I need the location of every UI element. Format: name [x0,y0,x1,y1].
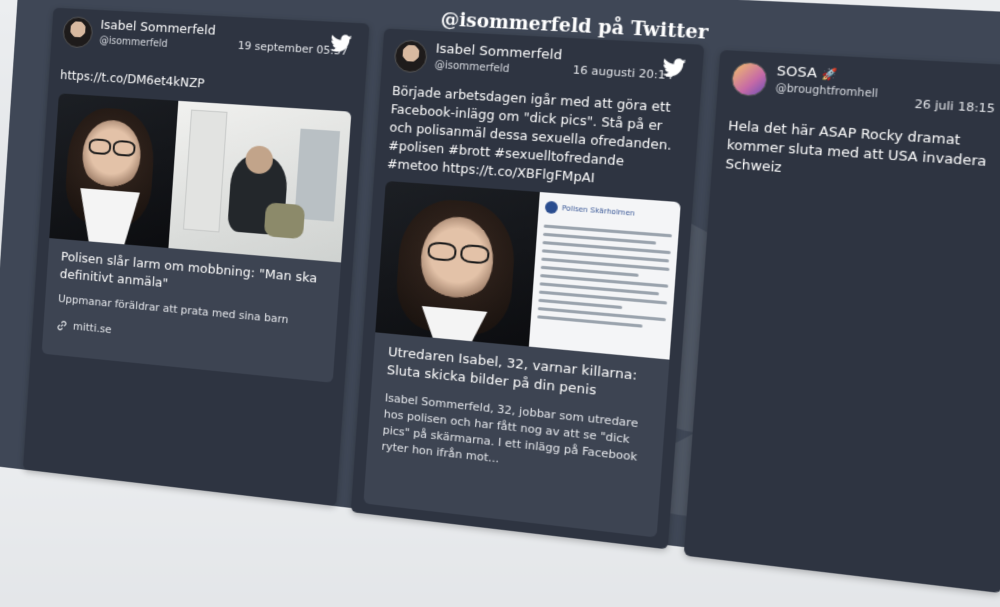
link-card[interactable]: Polisen Skärholmen Utredaren Isabel, 32,… [363,180,681,538]
tweet-date[interactable]: 26 juli 18:15 [914,97,995,116]
twitter-feed-board: @isommerfeld på Twitter Isabel Sommerfel… [0,0,1000,598]
tweet-text[interactable]: Hela det här ASAP Rocky dramat kommer sl… [725,116,1000,193]
author-handle[interactable]: @broughtfromhell [775,83,878,101]
tweet-card[interactable]: SOSA 🚀 @broughtfromhell 26 juli 18:15 He… [683,49,1000,594]
twitter-bird-icon[interactable] [661,57,687,78]
tweet-card[interactable]: Isabel Sommerfeld @isommerfeld 19 septem… [22,7,370,507]
avatar[interactable] [61,15,94,49]
link-card-description: Isabel Sommerfeld, 32, jobbar som utreda… [381,391,639,466]
link-icon [56,319,68,332]
rocket-emoji-icon: 🚀 [821,67,838,82]
author-name[interactable]: SOSA 🚀 [776,64,838,83]
police-badge-icon [544,200,559,215]
article-photo-hallway [168,100,352,263]
article-photo-portrait [375,180,540,347]
author-handle[interactable]: @isommerfeld [99,35,168,49]
avatar[interactable] [393,39,429,74]
author-handle[interactable]: @isommerfeld [434,60,510,75]
link-card-domain[interactable]: mitti.se [73,320,112,336]
link-card[interactable]: Polisen slår larm om mobbning: "Man ska … [41,93,352,383]
facebook-post-header: Polisen Skärholmen [561,204,636,218]
twitter-bird-icon[interactable] [329,34,353,53]
facebook-post-screenshot: Polisen Skärholmen [528,192,681,360]
tweet-wall: @isommerfeld på Twitter Isabel Sommerfel… [0,0,1000,598]
tweet-text[interactable]: Började arbetsdagen igår med att göra et… [386,82,686,194]
tweet-card[interactable]: Isabel Sommerfeld @isommerfeld 16 august… [350,28,705,550]
article-photo-portrait [49,93,179,249]
tweet-date[interactable]: 16 augusti 20:14 [572,63,673,82]
avatar[interactable] [730,61,769,98]
tweet-link[interactable]: https://t.co/DM6et4kNZP [60,66,205,92]
